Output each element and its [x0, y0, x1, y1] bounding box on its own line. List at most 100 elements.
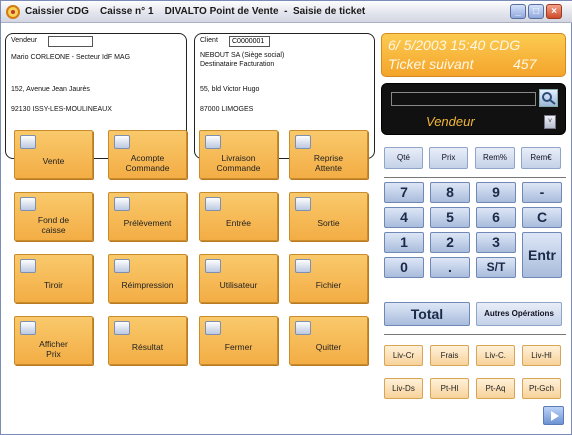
entry-icon	[205, 197, 221, 211]
action-vente-button[interactable]: Vente	[14, 130, 93, 179]
other-operations-button[interactable]: Autres Opérations	[476, 302, 562, 326]
withdrawal-icon	[114, 197, 130, 211]
user-icon	[205, 259, 221, 273]
shortcut-liv-c[interactable]: Liv-C.	[476, 345, 515, 366]
action-resultat-button[interactable]: Résultat	[108, 316, 187, 365]
action-label: Réimpression	[121, 280, 174, 290]
action-entree-button[interactable]: Entrée	[199, 192, 278, 241]
minimize-button[interactable]: _	[510, 4, 526, 19]
vendeur-city: 92130 ISSY-LES-MOULINEAUX	[11, 106, 112, 113]
action-fermer-button[interactable]: Fermer	[199, 316, 278, 365]
key-clear[interactable]: C	[522, 207, 562, 228]
action-label: Vente	[42, 156, 65, 166]
discount-percent-button[interactable]: Rem%	[475, 147, 515, 169]
title-bar: Caissier CDG Caisse n° 1 DIVALTO Point d…	[1, 1, 572, 23]
key-1[interactable]: 1	[384, 232, 424, 253]
ticket-banner: 6/ 5/2003 15:40 CDG Ticket suivant 457	[381, 33, 566, 77]
action-quitter-button[interactable]: Quitter	[289, 316, 368, 365]
next-arrow-icon[interactable]	[543, 406, 564, 425]
action-label: Fond de caisse	[37, 215, 70, 235]
action-label: Entrée	[225, 218, 252, 228]
key-enter[interactable]: Entr	[522, 232, 562, 278]
shortcut-liv-hl[interactable]: Liv-Hl	[522, 345, 561, 366]
client-city: 87000 LIMOGES	[200, 106, 254, 113]
action-label: Afficher Prix	[39, 339, 68, 359]
vendeur-name: Mario CORLEONE - Secteur IdF MAG	[11, 54, 131, 61]
client-destination: Destinataire Facturation	[200, 61, 275, 68]
chevron-down-icon[interactable]: ˅	[544, 115, 556, 129]
next-ticket-number: 457	[513, 56, 537, 72]
action-label: Fermer	[224, 342, 253, 352]
action-label: Quitter	[315, 342, 342, 352]
next-ticket-label: Ticket suivant	[388, 56, 474, 72]
action-label: Sortie	[317, 218, 340, 228]
action-label: Utilisateur	[219, 280, 258, 290]
action-prelevement-button[interactable]: Prélèvement	[108, 192, 187, 241]
shortcut-liv-cr[interactable]: Liv-Cr	[384, 345, 423, 366]
shortcut-frais[interactable]: Frais	[430, 345, 469, 366]
vendeur-code-field[interactable]	[48, 36, 93, 47]
resume-icon	[295, 135, 311, 149]
register-icon	[20, 135, 36, 149]
action-acompte-button[interactable]: Acompte Commande	[108, 130, 187, 179]
shortcut-pt-aq[interactable]: Pt-Aq	[476, 378, 515, 399]
action-fichier-button[interactable]: Fichier	[289, 254, 368, 303]
action-livraison-button[interactable]: Livraison Commande	[199, 130, 278, 179]
pos-window: Caissier CDG Caisse n° 1 DIVALTO Point d…	[0, 0, 572, 435]
deposit-icon	[114, 135, 130, 149]
key-minus[interactable]: -	[522, 182, 562, 203]
vendeur-input[interactable]	[391, 92, 536, 106]
result-icon	[114, 321, 130, 335]
key-dot[interactable]: .	[430, 257, 470, 278]
action-afficher-button[interactable]: Afficher Prix	[14, 316, 93, 365]
action-label: Tiroir	[43, 280, 64, 290]
vendeur-title: Vendeur	[426, 114, 475, 129]
close-button[interactable]: ×	[546, 4, 562, 19]
client-code-field[interactable]: C0000001	[229, 36, 270, 47]
vendeur-address: 152, Avenue Jean Jaurès	[11, 86, 90, 93]
app-icon	[6, 5, 20, 19]
price-display-icon	[20, 321, 36, 335]
vendeur-label: Vendeur	[11, 37, 38, 44]
shortcut-liv-ds[interactable]: Liv-Ds	[384, 378, 423, 399]
price-button[interactable]: Prix	[429, 147, 468, 169]
datetime-display: 6/ 5/2003 15:40 CDG	[388, 37, 521, 53]
file-icon	[295, 259, 311, 273]
key-7[interactable]: 7	[384, 182, 424, 203]
exit-icon	[295, 197, 311, 211]
shortcut-pt-hl[interactable]: Pt-Hl	[430, 378, 469, 399]
truck-icon	[205, 135, 221, 149]
window-title: Caissier CDG Caisse n° 1 DIVALTO Point d…	[25, 6, 366, 17]
key-subtotal[interactable]: S/T	[476, 257, 516, 278]
key-0[interactable]: 0	[384, 257, 424, 278]
action-label: Reprise Attente	[313, 153, 344, 173]
search-icon[interactable]	[539, 89, 558, 107]
action-fond-button[interactable]: Fond de caisse	[14, 192, 93, 241]
action-reprise-button[interactable]: Reprise Attente	[289, 130, 368, 179]
key-6[interactable]: 6	[476, 207, 516, 228]
printer-icon	[114, 259, 130, 273]
close-register-icon	[205, 321, 221, 335]
client-address: 55, bld Victor Hugo	[200, 86, 260, 93]
action-utilisateur-button[interactable]: Utilisateur	[199, 254, 278, 303]
qty-button[interactable]: Qté	[384, 147, 423, 169]
discount-euro-button[interactable]: Rem€	[521, 147, 561, 169]
vendeur-panel: Vendeur ˅	[381, 83, 566, 135]
cash-fund-icon	[20, 197, 36, 211]
exit-app-icon	[295, 321, 311, 335]
key-2[interactable]: 2	[430, 232, 470, 253]
action-reimpression-button[interactable]: Réimpression	[108, 254, 187, 303]
key-8[interactable]: 8	[430, 182, 470, 203]
shortcut-pt-gch[interactable]: Pt-Gch	[522, 378, 561, 399]
key-3[interactable]: 3	[476, 232, 516, 253]
action-label: Livraison Commande	[216, 153, 261, 173]
key-9[interactable]: 9	[476, 182, 516, 203]
action-sortie-button[interactable]: Sortie	[289, 192, 368, 241]
divider	[384, 334, 566, 335]
maximize-button[interactable]: □	[528, 4, 544, 19]
key-4[interactable]: 4	[384, 207, 424, 228]
key-5[interactable]: 5	[430, 207, 470, 228]
action-tiroir-button[interactable]: Tiroir	[14, 254, 93, 303]
total-button[interactable]: Total	[384, 302, 470, 326]
client-name: NEBOUT SA (Siège social)	[200, 52, 285, 59]
